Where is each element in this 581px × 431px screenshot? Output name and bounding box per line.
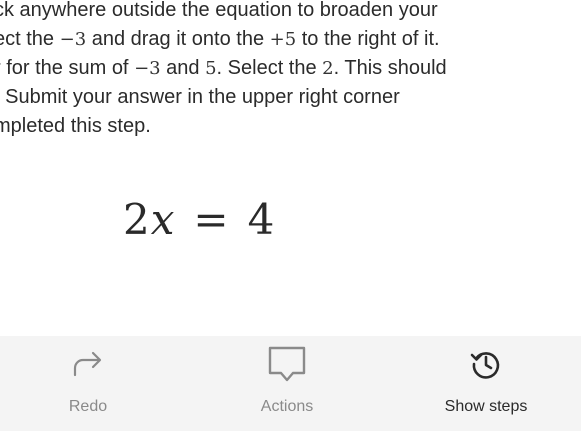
instructions-line-3: r for the sum of −3 and 5. Select the 2.… (0, 57, 447, 79)
math-term: 5 (205, 58, 217, 79)
math-term: −3 (59, 29, 87, 50)
equation-rhs[interactable]: 4 (248, 195, 276, 244)
bottom-toolbar: Redo Actions Show steps (0, 336, 581, 431)
math-term: −3 (134, 58, 161, 79)
instructions-line-4: . Submit your answer in the upper right … (0, 86, 400, 108)
history-icon (466, 344, 506, 384)
equation[interactable]: 2x = 4 (123, 195, 275, 244)
instructions-line-1: ck anywhere outside the equation to broa… (0, 0, 438, 21)
redo-button[interactable]: Redo (18, 336, 158, 431)
show-steps-button[interactable]: Show steps (416, 336, 556, 431)
equation-variable[interactable]: x (151, 195, 176, 244)
actions-button[interactable]: Actions (217, 336, 357, 431)
instructions-text: ck anywhere outside the equation to broa… (0, 0, 581, 141)
speech-bubble-icon (267, 344, 307, 384)
show-steps-label: Show steps (444, 398, 528, 415)
redo-arrow-icon (68, 344, 108, 384)
equation-coefficient[interactable]: 2 (123, 195, 151, 244)
instructions-line-5: mpleted this step. (0, 115, 151, 137)
equation-equals: = (193, 195, 230, 244)
instructions-line-2: ect the −3 and drag it onto the +5 to th… (0, 28, 440, 50)
actions-label: Actions (260, 398, 314, 415)
math-term: 2 (322, 58, 334, 79)
redo-label: Redo (68, 398, 108, 415)
math-term: +5 (269, 29, 297, 50)
